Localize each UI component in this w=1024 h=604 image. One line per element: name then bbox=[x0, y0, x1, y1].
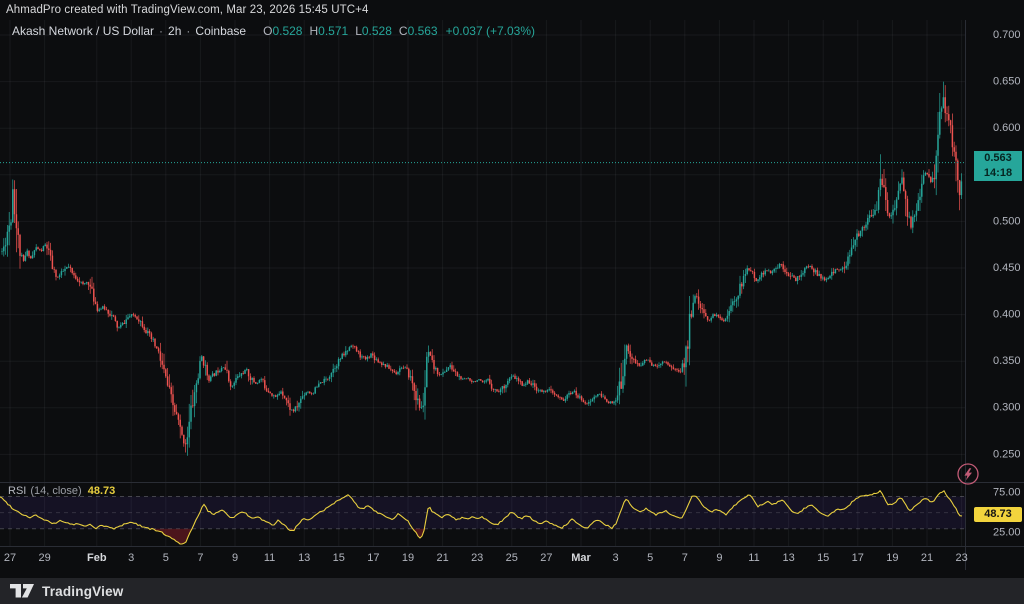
exchange-label: Coinbase bbox=[195, 24, 246, 38]
ohlc-values: O0.528H0.571L0.528C0.563+0.037 (+7.03%) bbox=[256, 24, 535, 38]
tradingview-logo-text[interactable]: TradingView bbox=[42, 584, 123, 599]
tradingview-snapshot: 0.7000.6500.6000.5500.5000.4500.4000.350… bbox=[0, 0, 1024, 604]
bottom-logo-bar: TradingView bbox=[0, 578, 1024, 604]
rsi-title: RSI bbox=[8, 485, 26, 497]
symbol-legend[interactable]: Akash Network / US Dollar·2h·CoinbaseO0.… bbox=[12, 24, 535, 38]
attribution-text: AhmadPro created with TradingView.com, M… bbox=[6, 4, 368, 16]
legend-separator: · bbox=[186, 24, 190, 38]
lightning-icon bbox=[956, 462, 980, 486]
chart-canvas[interactable]: 0.7000.6500.6000.5500.5000.4500.4000.350… bbox=[0, 0, 1024, 578]
time-axis[interactable] bbox=[0, 547, 966, 571]
change-value: +0.037 (+7.03%) bbox=[446, 24, 535, 38]
rsi-params: (14, close) bbox=[30, 485, 81, 497]
current-price-badge: 0.563 14:18 bbox=[974, 151, 1022, 181]
low-value: 0.528 bbox=[362, 24, 392, 38]
tradingview-logo-icon[interactable] bbox=[10, 584, 34, 598]
rsi-value-badge: 48.73 bbox=[974, 507, 1022, 522]
low-label: L bbox=[355, 24, 362, 38]
close-label: C bbox=[399, 24, 408, 38]
rsi-current-value: 48.73 bbox=[88, 485, 116, 497]
open-value: 0.528 bbox=[272, 24, 302, 38]
interval-label: 2h bbox=[168, 24, 181, 38]
close-value: 0.563 bbox=[408, 24, 438, 38]
high-label: H bbox=[309, 24, 318, 38]
boost-lightning-button[interactable] bbox=[956, 462, 980, 486]
rsi-indicator-legend[interactable]: RSI (14, close) 48.73 bbox=[8, 485, 115, 497]
price-badge-value: 0.563 bbox=[974, 151, 1022, 166]
high-value: 0.571 bbox=[318, 24, 348, 38]
symbol-title[interactable]: Akash Network / US Dollar bbox=[12, 24, 154, 38]
legend-separator: · bbox=[159, 24, 163, 38]
price-badge-countdown: 14:18 bbox=[974, 166, 1022, 181]
